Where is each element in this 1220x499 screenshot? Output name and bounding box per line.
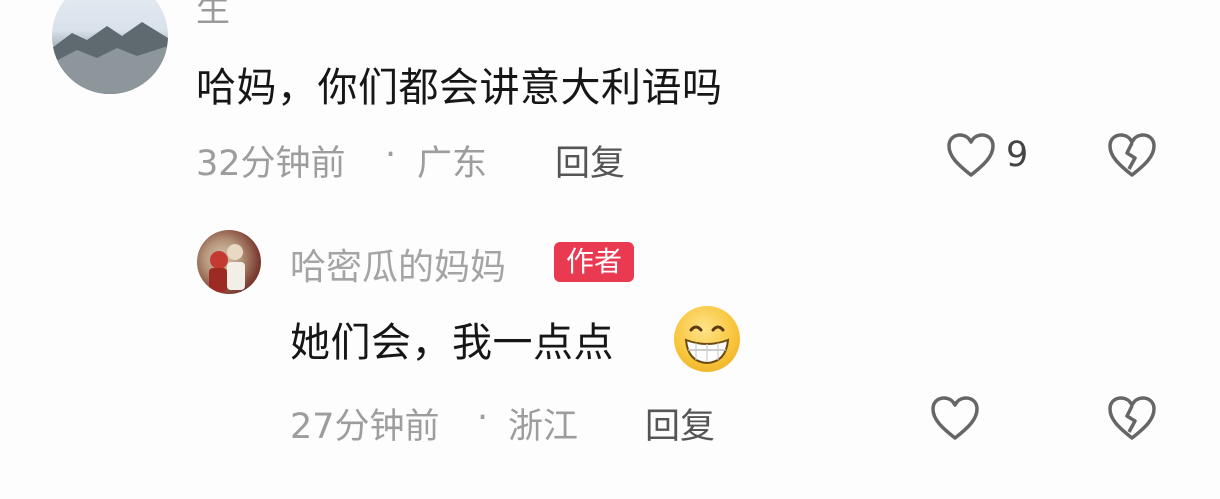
meta-separator: · [477, 398, 489, 438]
comment-text: 哈妈，你们都会讲意大利语吗 [196, 65, 723, 111]
commenter-avatar[interactable] [52, 0, 168, 94]
reply-button[interactable]: 回复 [555, 135, 625, 186]
comment-time: 32分钟前 [196, 144, 346, 184]
reply-time: 27分钟前 [290, 407, 440, 447]
like-count: 9 [1006, 135, 1029, 175]
grinning-face-emoji [674, 306, 740, 372]
reply-text: 她们会，我一点点 [290, 320, 614, 366]
broken-heart-icon[interactable] [1106, 131, 1158, 179]
reply-button[interactable]: 回复 [645, 398, 715, 449]
heart-outline-icon[interactable] [929, 394, 981, 442]
author-avatar[interactable] [197, 230, 261, 294]
reply-location: 浙江 [508, 407, 579, 447]
author-badge: 作者 [554, 242, 635, 282]
comment-location: 广东 [417, 144, 488, 184]
author-username[interactable]: 哈密瓜的妈妈 [290, 238, 506, 290]
meta-separator: · [385, 135, 397, 175]
commenter-username[interactable]: 生 [196, 0, 230, 31]
broken-heart-icon[interactable] [1106, 394, 1158, 442]
heart-outline-icon[interactable] [945, 131, 997, 179]
